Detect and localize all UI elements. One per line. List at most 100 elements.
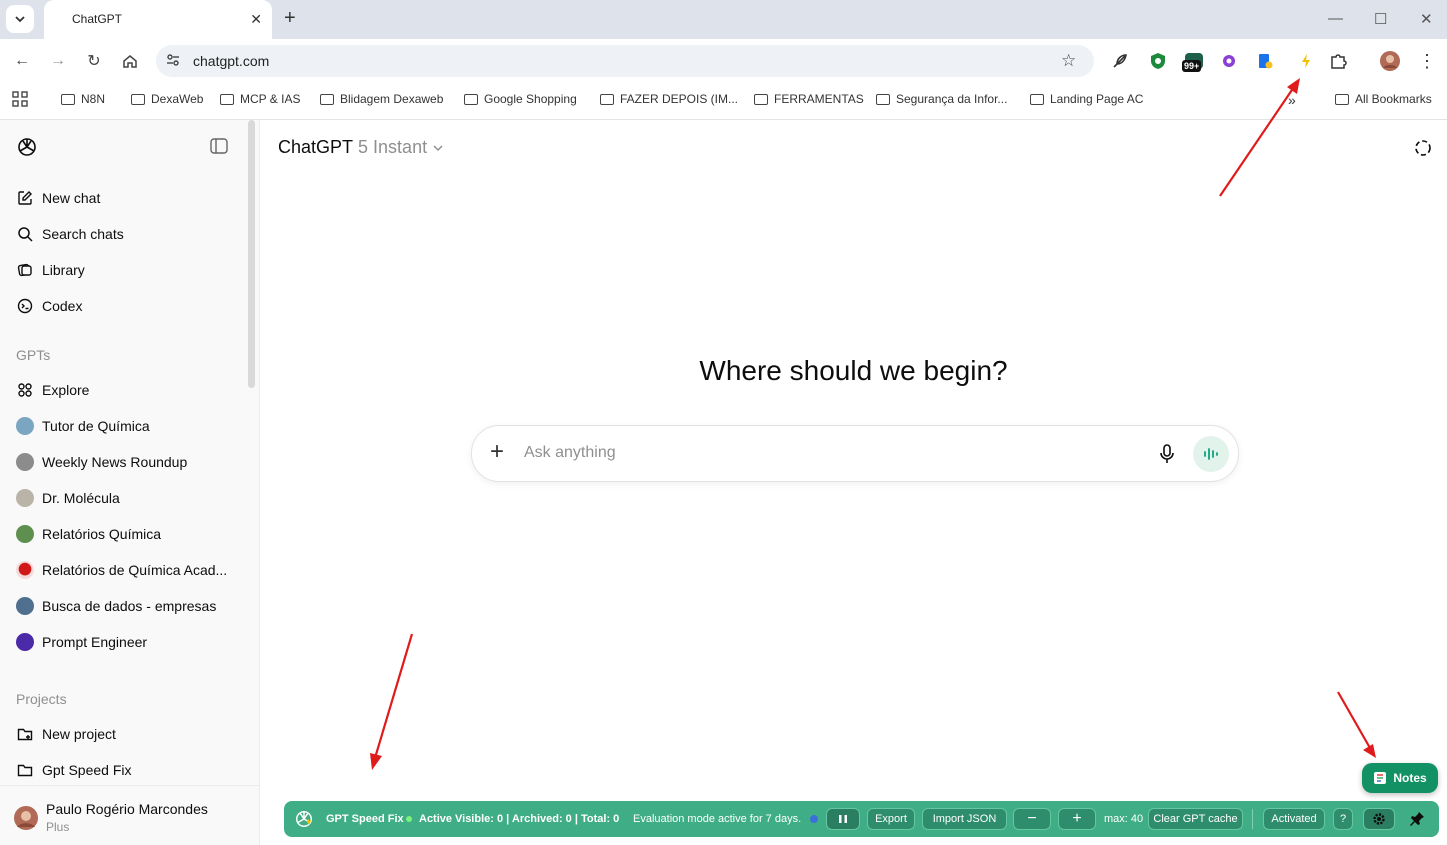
help-button[interactable]: ? — [1333, 808, 1353, 830]
bookmark-label: FERRAMENTAS — [774, 92, 864, 106]
pause-button[interactable] — [826, 808, 860, 830]
sidebar-item-new-chat[interactable]: New chat — [16, 186, 100, 210]
extension-gear-icon[interactable] — [1219, 51, 1239, 71]
clear-gpt-cache-button[interactable]: Clear GPT cache — [1148, 808, 1243, 830]
folder-icon — [876, 93, 890, 105]
folder-icon — [220, 93, 234, 105]
extension-lightning-icon[interactable] — [1296, 51, 1316, 71]
decrease-max-button[interactable]: − — [1013, 808, 1051, 830]
user-account-menu[interactable]: Paulo Rogério Marcondes Plus — [0, 785, 259, 845]
sidebar-gpt-item[interactable]: Weekly News Roundup — [16, 450, 187, 474]
back-arrow-icon[interactable]: ← — [12, 51, 32, 71]
explore-grid-icon — [16, 381, 34, 399]
activated-badge[interactable]: Activated — [1263, 808, 1325, 830]
sidebar-gpt-item[interactable]: Dr. Molécula — [16, 486, 120, 510]
sidebar-item-label: Explore — [42, 382, 90, 398]
apps-grid-icon[interactable] — [12, 91, 28, 107]
close-icon[interactable]: ✕ — [250, 11, 262, 28]
window-close-icon[interactable]: ✕ — [1420, 10, 1433, 28]
address-bar[interactable]: chatgpt.com ☆ — [156, 45, 1094, 77]
maximize-icon[interactable]: ☐ — [1374, 10, 1387, 28]
notes-button[interactable]: Notes — [1362, 763, 1438, 793]
home-icon[interactable] — [120, 51, 140, 71]
add-attachment-plus-icon[interactable]: + — [490, 440, 504, 464]
sidebar-item-library[interactable]: Library — [16, 258, 85, 282]
sidebar-item-codex[interactable]: Codex — [16, 294, 82, 318]
gear-icon — [1373, 813, 1385, 825]
bookmark-label: MCP & IAS — [240, 92, 301, 106]
sidebar-item-label: Busca de dados - empresas — [42, 598, 217, 614]
bookmark-folder[interactable]: N8N — [61, 92, 105, 106]
bookmark-folder[interactable]: Landing Page AC — [1030, 92, 1143, 106]
temporary-chat-icon[interactable] — [1413, 138, 1433, 163]
extension-badge-icon[interactable]: 99+ — [1182, 51, 1206, 72]
speedbar-title: GPT Speed Fix — [326, 813, 404, 825]
model-name: ChatGPT — [278, 137, 354, 157]
bookmark-label: Blidagem Dexaweb — [340, 92, 444, 106]
gpt-avatar — [16, 417, 34, 435]
sidebar-item-label: Search chats — [42, 226, 124, 242]
browser-menu-icon[interactable]: ⋮ — [1417, 51, 1437, 71]
bookmark-folder[interactable]: MCP & IAS — [220, 92, 300, 106]
pause-icon — [839, 815, 847, 823]
sidebar-scrollbar[interactable] — [248, 120, 255, 388]
projects-section-label: Projects — [16, 691, 67, 707]
bookmark-folder[interactable]: Blidagem Dexaweb — [320, 92, 443, 106]
chevron-down-icon — [433, 144, 443, 151]
sidebar-gpt-item[interactable]: Tutor de Química — [16, 414, 150, 438]
sidebar-item-search-chats[interactable]: Search chats — [16, 222, 124, 246]
export-button[interactable]: Export — [867, 808, 915, 830]
sidebar-gpt-item[interactable]: Relatórios Química — [16, 522, 161, 546]
folder-icon — [16, 761, 34, 779]
bookmark-folder[interactable]: Segurança da Infor... — [876, 92, 1007, 106]
sidebar-gpt-item[interactable]: Prompt Engineer — [16, 630, 147, 654]
browser-tab-strip: ChatGPT ✕ + — ☐ ✕ — [0, 0, 1447, 39]
extension-shield-icon[interactable] — [1148, 51, 1168, 71]
sidebar-item-new-project[interactable]: New project — [16, 722, 116, 746]
pin-icon[interactable] — [1409, 811, 1425, 830]
page-title: Where should we begin? — [699, 355, 1008, 386]
bookmark-folder[interactable]: FAZER DEPOIS (IM... — [600, 92, 738, 106]
composer: + — [471, 425, 1239, 482]
extension-feather-icon[interactable] — [1110, 51, 1130, 71]
reload-icon[interactable]: ↻ — [84, 51, 104, 71]
folder-plus-icon — [16, 725, 34, 743]
import-json-button[interactable]: Import JSON — [922, 808, 1007, 830]
sidebar-gpt-explore[interactable]: Explore — [16, 378, 89, 402]
all-bookmarks-folder[interactable]: All Bookmarks — [1335, 92, 1432, 106]
minimize-icon[interactable]: — — [1328, 10, 1343, 27]
composer-input[interactable] — [524, 444, 1124, 462]
sidebar-item-project[interactable]: Gpt Speed Fix — [16, 758, 132, 782]
sidebar-item-label: Relatórios Química — [42, 526, 162, 542]
bookmark-star-icon[interactable]: ☆ — [1061, 51, 1076, 71]
bookmark-label: Landing Page AC — [1050, 92, 1144, 106]
extension-badge-count: 99+ — [1182, 60, 1202, 72]
browser-tab-chatgpt[interactable]: ChatGPT ✕ — [44, 0, 272, 39]
search-icon — [16, 225, 34, 243]
folder-icon — [464, 93, 478, 105]
new-tab-button[interactable]: + — [284, 8, 296, 28]
more-bookmarks-chevron-icon[interactable]: » — [1288, 92, 1296, 108]
gpt-avatar — [16, 453, 34, 471]
sidebar-gpt-item[interactable]: Busca de dados - empresas — [16, 594, 216, 618]
voice-mode-button[interactable] — [1193, 436, 1229, 472]
extensions-puzzle-icon[interactable] — [1328, 51, 1348, 71]
openai-logo-icon[interactable] — [16, 136, 38, 163]
bookmark-folder[interactable]: Google Shopping — [464, 92, 577, 106]
bookmark-folder[interactable]: FERRAMENTAS — [754, 92, 864, 106]
edit-icon — [16, 189, 34, 207]
bookmark-folder[interactable]: DexaWeb — [131, 92, 203, 106]
model-selector[interactable]: ChatGPT 5 Instant — [278, 137, 444, 158]
profile-avatar[interactable] — [1380, 51, 1400, 71]
site-settings-icon[interactable] — [166, 53, 180, 72]
extension-document-icon[interactable] — [1255, 51, 1275, 71]
sidebar-gpt-item[interactable]: Relatórios de Química Acad... — [16, 558, 227, 582]
forward-arrow-icon[interactable]: → — [48, 51, 68, 71]
settings-button[interactable] — [1363, 808, 1395, 830]
folder-icon — [1030, 93, 1044, 105]
toggle-sidebar-icon[interactable] — [210, 138, 228, 159]
folder-icon — [61, 93, 75, 105]
microphone-icon[interactable] — [1159, 444, 1175, 469]
increase-max-button[interactable]: + — [1058, 808, 1096, 830]
tab-search-button[interactable] — [6, 5, 34, 33]
